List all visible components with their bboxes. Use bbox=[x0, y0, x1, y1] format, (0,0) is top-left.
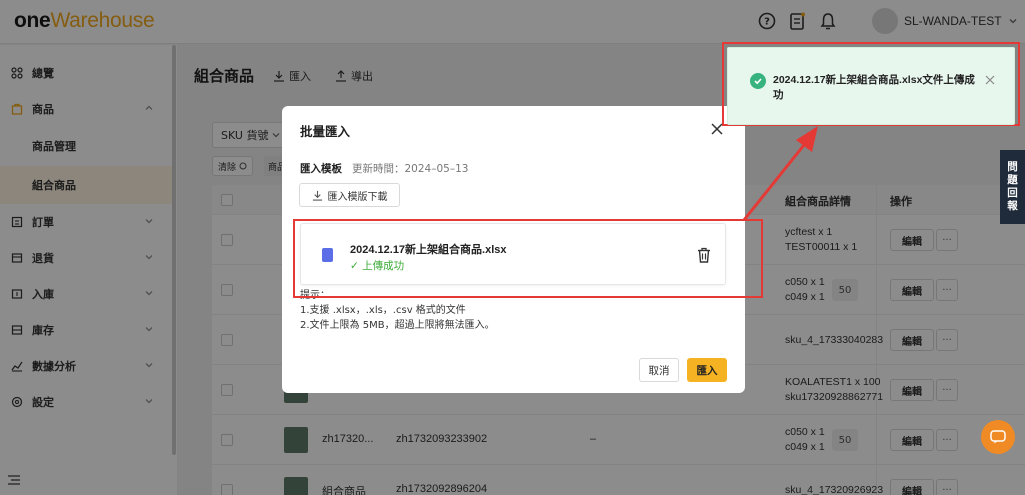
modal-title: 批量匯入 bbox=[300, 124, 351, 139]
cancel-button[interactable]: 取消 bbox=[639, 358, 679, 382]
annotation-arrow bbox=[742, 126, 818, 221]
feedback-tab[interactable]: 問 題 回 報 bbox=[1000, 150, 1025, 224]
check-circle-icon bbox=[750, 73, 766, 89]
confirm-import-button[interactable]: 匯入 bbox=[687, 358, 727, 382]
template-label: 匯入模板 bbox=[300, 163, 342, 175]
success-toast: 2024.12.17新上架組合商品.xlsx文件上傳成功 bbox=[727, 47, 1015, 125]
toast-message: 2024.12.17新上架組合商品.xlsx文件上傳成功 bbox=[773, 74, 975, 101]
download-template-button[interactable]: 匯入模版下載 bbox=[299, 183, 400, 207]
chat-button[interactable] bbox=[981, 420, 1015, 454]
template-update-time: 更新時間：2024–05–13 bbox=[352, 163, 469, 175]
download-icon bbox=[312, 190, 322, 201]
annotation-box-file bbox=[293, 219, 763, 298]
chat-icon bbox=[990, 430, 1006, 444]
close-icon[interactable] bbox=[985, 75, 995, 85]
